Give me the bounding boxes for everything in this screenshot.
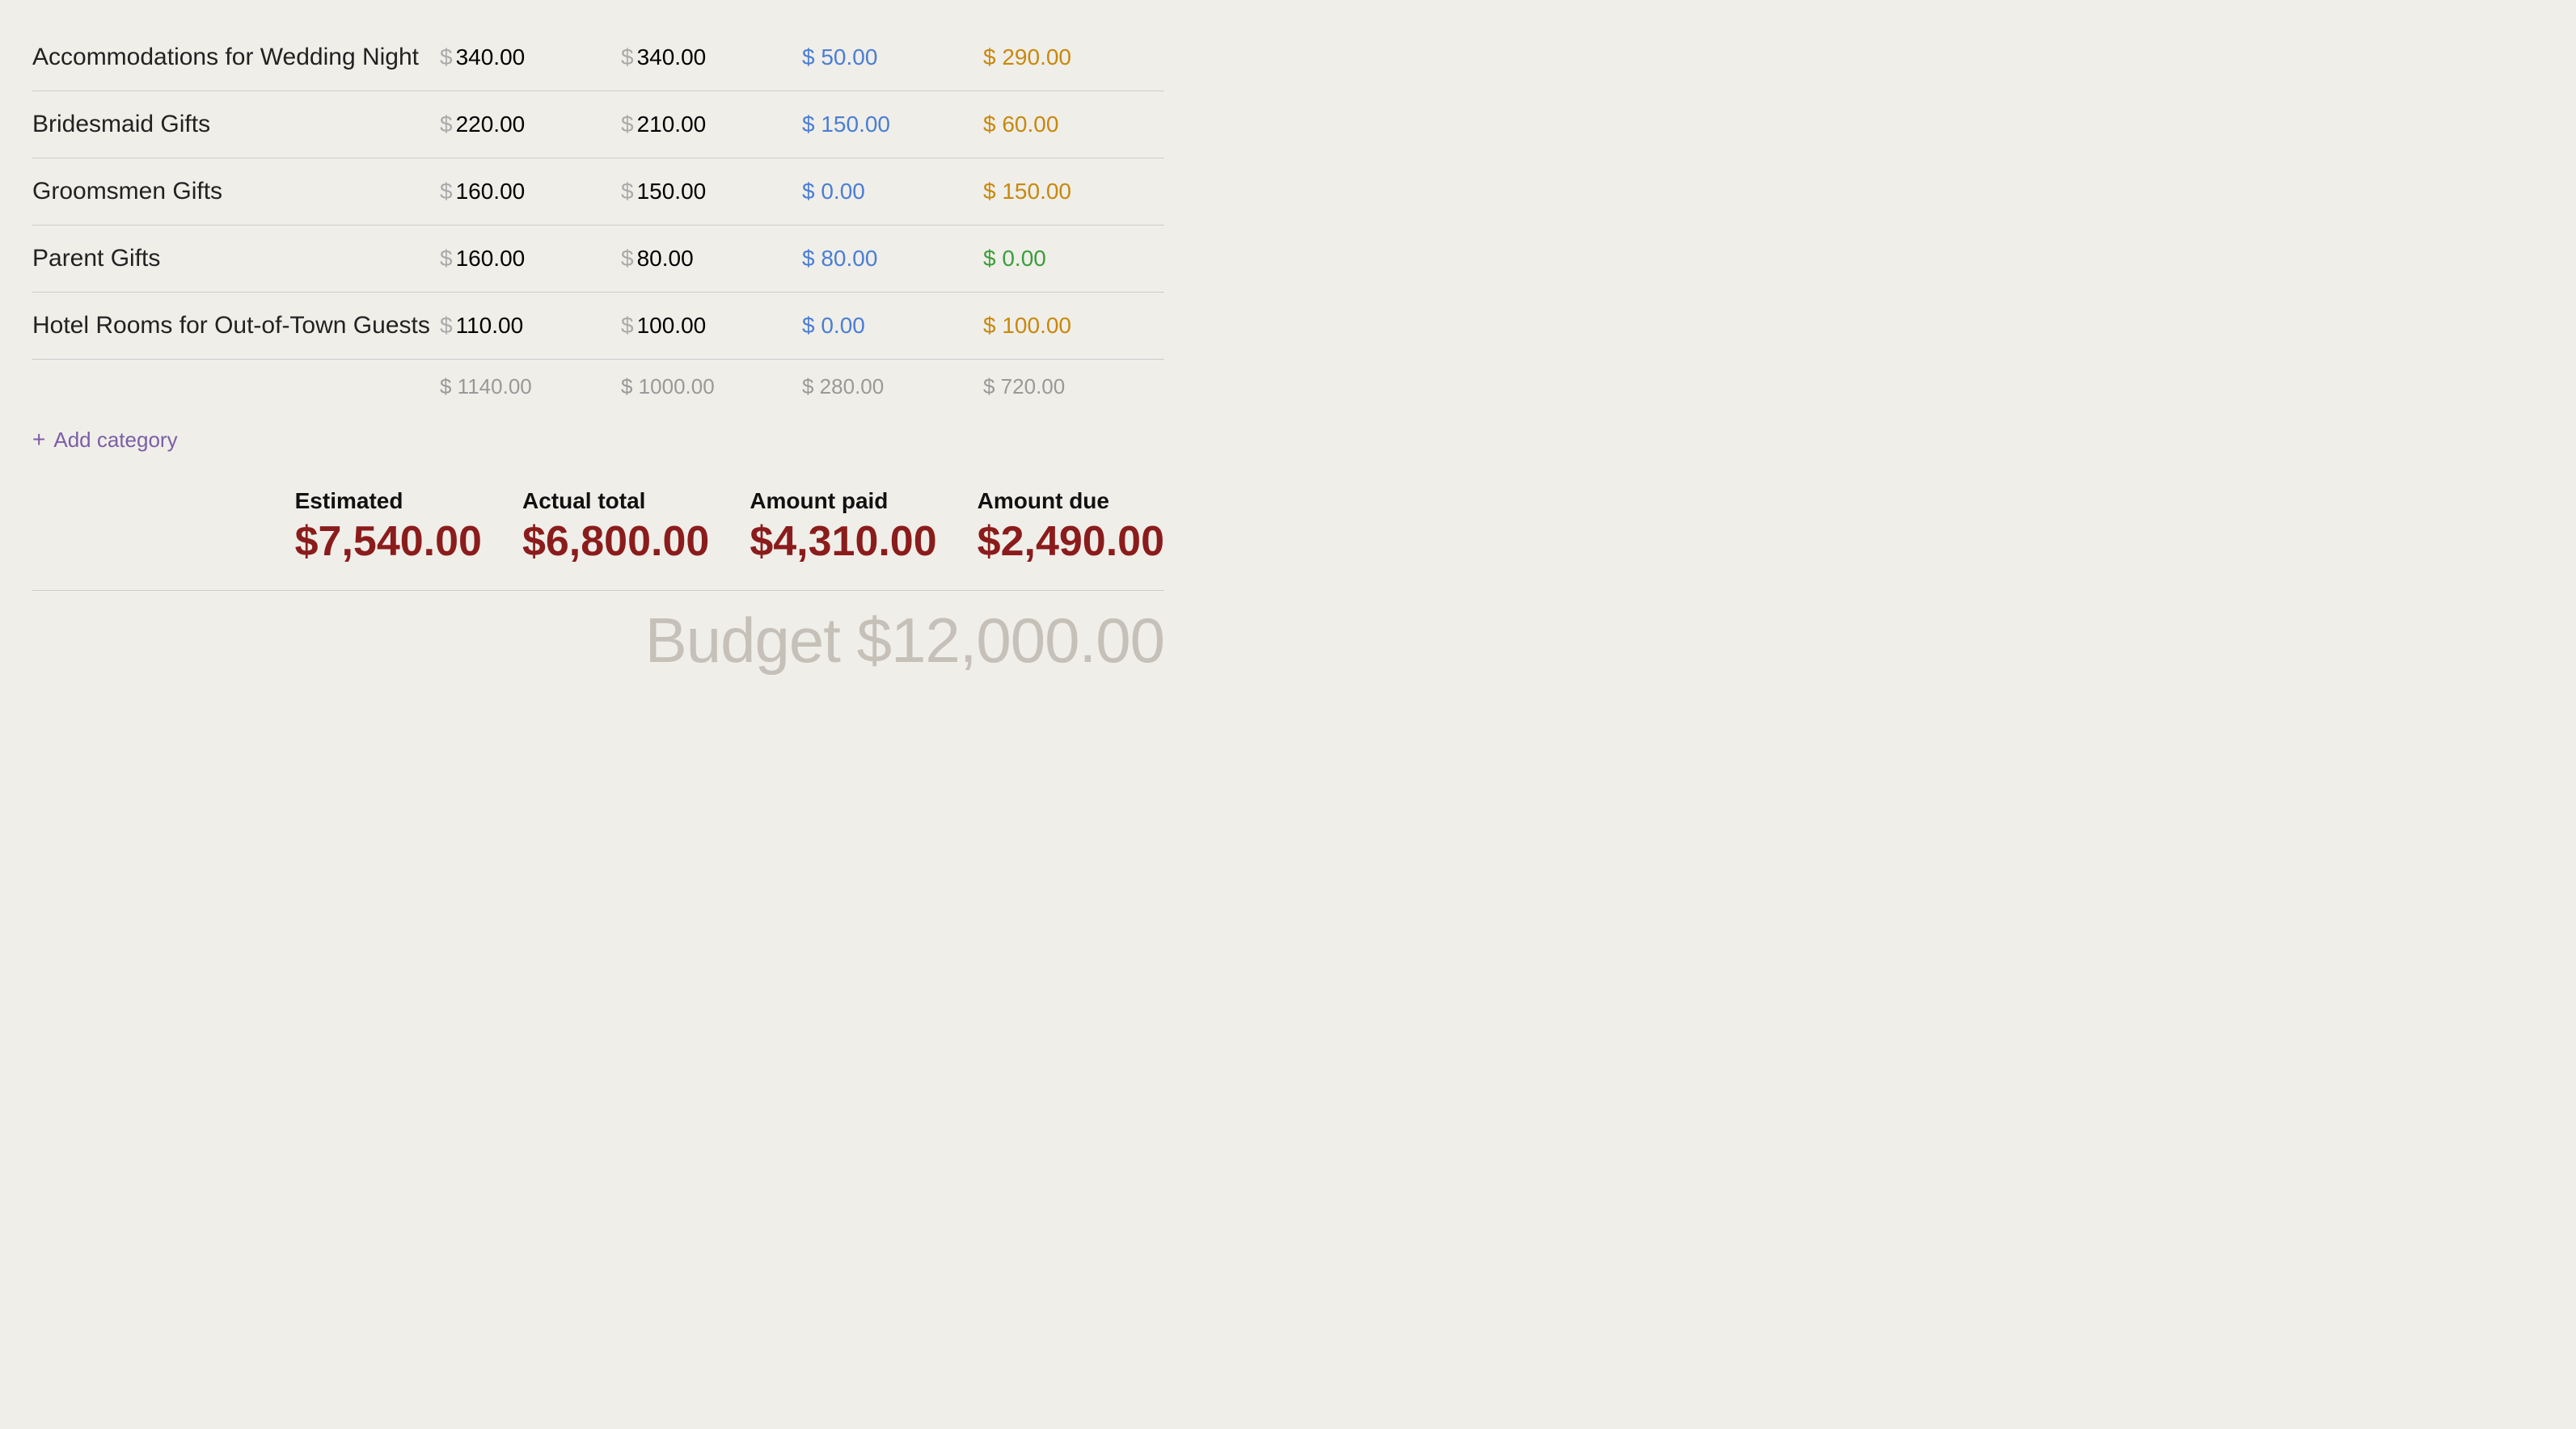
row-paid-2: $ 0.00: [802, 158, 983, 226]
subtotal-paid: $ 280.00: [802, 360, 983, 415]
row-estimated-2: $160.00: [440, 158, 621, 226]
main-container: Accommodations for Wedding Night $340.00…: [32, 24, 1164, 677]
row-due-2: $ 150.00: [983, 158, 1164, 226]
row-actual-2: $150.00: [621, 158, 802, 226]
dollar-icon: $: [983, 246, 1002, 271]
row-actual-1: $210.00: [621, 91, 802, 158]
summary-label-3: Amount due: [978, 488, 1164, 514]
summary-col-0: Estimated $7,540.00: [295, 488, 482, 566]
row-name-4: Hotel Rooms for Out-of-Town Guests: [32, 293, 440, 360]
add-category-button[interactable]: + Add category: [32, 427, 178, 453]
subtotals-row: $ 1140.00 $ 1000.00 $ 280.00 $ 720.00: [32, 360, 1164, 415]
dollar-icon: $: [802, 313, 821, 338]
row-due-3: $ 0.00: [983, 226, 1164, 293]
summary-col-1: Actual total $6,800.00: [522, 488, 709, 566]
summary-value-2: $4,310.00: [750, 517, 936, 566]
summary-label-1: Actual total: [522, 488, 709, 514]
row-paid-0: $ 50.00: [802, 24, 983, 91]
row-due-0: $ 290.00: [983, 24, 1164, 91]
row-paid-4: $ 0.00: [802, 293, 983, 360]
summary-value-3: $2,490.00: [978, 517, 1164, 566]
footer-summary: Estimated $7,540.00 Actual total $6,800.…: [32, 488, 1164, 566]
table-row: Accommodations for Wedding Night $340.00…: [32, 24, 1164, 91]
row-estimated-0: $340.00: [440, 24, 621, 91]
summary-col-2: Amount paid $4,310.00: [750, 488, 936, 566]
subtotal-empty: [32, 360, 440, 415]
dollar-icon: $: [440, 313, 453, 338]
dollar-icon: $: [440, 179, 453, 204]
budget-table: Accommodations for Wedding Night $340.00…: [32, 24, 1164, 414]
table-row: Groomsmen Gifts $160.00 $150.00 $ 0.00 $…: [32, 158, 1164, 226]
summary-value-1: $6,800.00: [522, 517, 709, 566]
dollar-icon: $: [802, 112, 821, 137]
dollar-icon: $: [983, 44, 1002, 70]
subtotal-due: $ 720.00: [983, 360, 1164, 415]
dollar-icon: $: [440, 112, 453, 137]
row-name-2: Groomsmen Gifts: [32, 158, 440, 226]
row-name-3: Parent Gifts: [32, 226, 440, 293]
add-category-row: + Add category: [32, 414, 1164, 472]
dollar-icon: $: [621, 112, 634, 137]
dollar-icon: $: [983, 112, 1002, 137]
dollar-icon: $: [621, 179, 634, 204]
row-actual-4: $100.00: [621, 293, 802, 360]
row-paid-1: $ 150.00: [802, 91, 983, 158]
table-row: Parent Gifts $160.00 $80.00 $ 80.00 $ 0.…: [32, 226, 1164, 293]
dollar-icon: $: [802, 246, 821, 271]
dollar-icon: $: [983, 313, 1002, 338]
row-paid-3: $ 80.00: [802, 226, 983, 293]
row-due-1: $ 60.00: [983, 91, 1164, 158]
summary-value-0: $7,540.00: [295, 517, 482, 566]
row-actual-3: $80.00: [621, 226, 802, 293]
row-name-1: Bridesmaid Gifts: [32, 91, 440, 158]
dollar-icon: $: [621, 44, 634, 70]
subtotal-actual: $ 1000.00: [621, 360, 802, 415]
dollar-icon: $: [802, 44, 821, 70]
add-category-label: Add category: [53, 428, 177, 453]
dollar-icon: $: [621, 246, 634, 271]
row-name-0: Accommodations for Wedding Night: [32, 24, 440, 91]
summary-label-0: Estimated: [295, 488, 482, 514]
summary-col-3: Amount due $2,490.00: [978, 488, 1164, 566]
grand-budget: Budget $12,000.00: [32, 590, 1164, 677]
row-actual-0: $340.00: [621, 24, 802, 91]
dollar-icon: $: [440, 246, 453, 271]
row-estimated-1: $220.00: [440, 91, 621, 158]
budget-table-wrapper: Accommodations for Wedding Night $340.00…: [32, 24, 1164, 677]
dollar-icon: $: [440, 44, 453, 70]
row-estimated-3: $160.00: [440, 226, 621, 293]
dollar-icon: $: [983, 179, 1002, 204]
table-row: Hotel Rooms for Out-of-Town Guests $110.…: [32, 293, 1164, 360]
row-estimated-4: $110.00: [440, 293, 621, 360]
plus-icon: +: [32, 427, 45, 453]
table-row: Bridesmaid Gifts $220.00 $210.00 $ 150.0…: [32, 91, 1164, 158]
dollar-icon: $: [802, 179, 821, 204]
dollar-icon: $: [621, 313, 634, 338]
row-due-4: $ 100.00: [983, 293, 1164, 360]
subtotal-estimated: $ 1140.00: [440, 360, 621, 415]
summary-label-2: Amount paid: [750, 488, 936, 514]
